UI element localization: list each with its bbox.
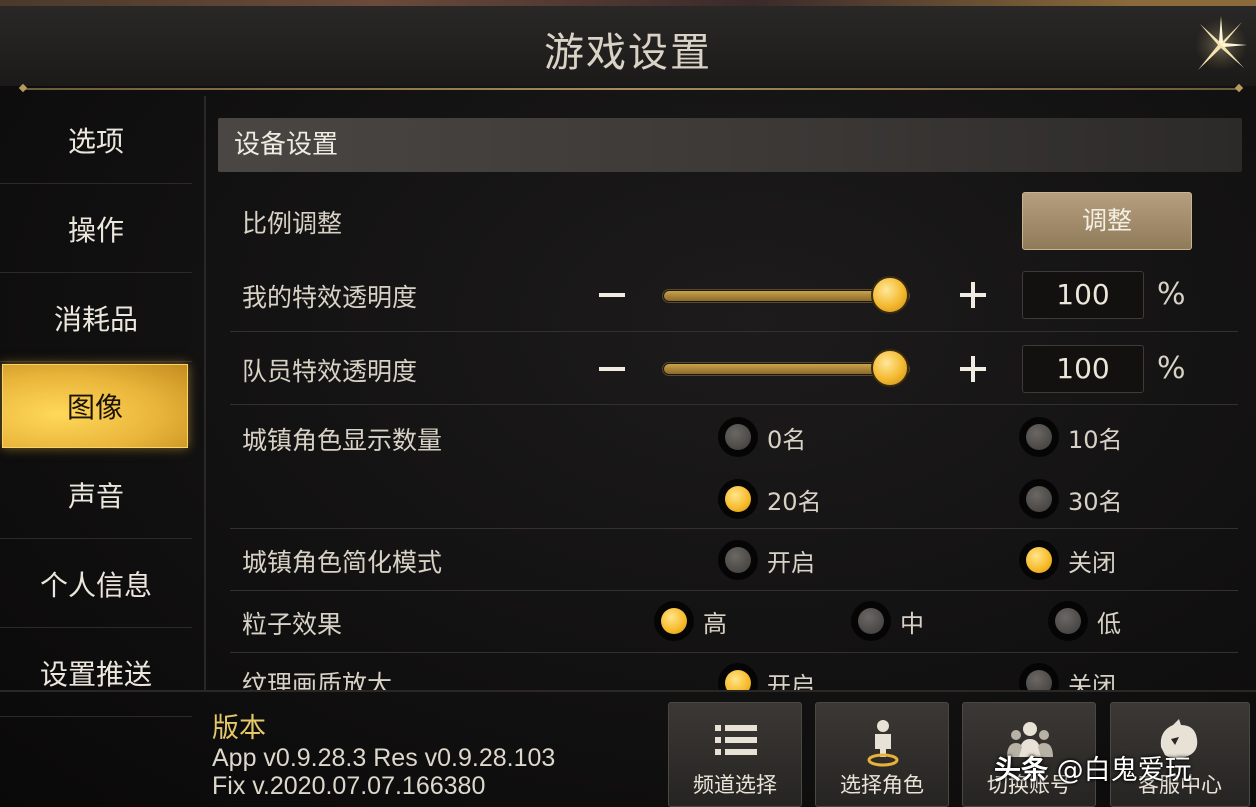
version-info: 版本 App v0.9.28.3 Res v0.9.28.103 Fix v.2… bbox=[212, 712, 632, 800]
sidebar-divider bbox=[204, 96, 206, 691]
town-simple-label: 城镇角色简化模式 bbox=[242, 548, 443, 577]
watermark: 头条 @白鬼爱玩 bbox=[994, 748, 1192, 787]
sidebar-item-label: 设置推送 bbox=[39, 657, 152, 691]
team-effect-slider-knob[interactable] bbox=[871, 349, 909, 387]
radio-button-icon bbox=[718, 663, 758, 690]
sidebar-item-profile[interactable]: 个人信息 bbox=[0, 540, 192, 628]
my-effect-unit: % bbox=[1157, 277, 1186, 312]
team-effect-minus-button[interactable] bbox=[597, 354, 627, 384]
my-effect-minus-button[interactable] bbox=[597, 280, 627, 310]
radio-label: 高 bbox=[703, 609, 727, 638]
town-simple-option-off[interactable]: 关闭 bbox=[1019, 539, 1116, 581]
radio-button-icon bbox=[1019, 479, 1059, 519]
select-character-label: 选择角色 bbox=[840, 773, 924, 797]
title-divider bbox=[22, 88, 1240, 90]
version-label: 版本 bbox=[212, 713, 266, 743]
radio-label: 开启 bbox=[767, 548, 815, 577]
radio-button-icon bbox=[1048, 601, 1088, 641]
sidebar-item-push[interactable]: 设置推送 bbox=[0, 629, 192, 717]
my-effect-plus-button[interactable] bbox=[958, 280, 988, 310]
version-app-res: App v0.9.28.3 Res v0.9.28.103 bbox=[212, 744, 556, 772]
sidebar-item-label: 操作 bbox=[67, 213, 124, 247]
particles-label: 粒子效果 bbox=[242, 610, 343, 639]
my-effect-value-field[interactable]: 100 bbox=[1022, 271, 1144, 319]
footer-divider bbox=[0, 690, 1256, 692]
radio-label: 关闭 bbox=[1068, 671, 1116, 691]
sidebar: 选项 操作 消耗品 图像 声音 个人信息 设置推送 bbox=[0, 96, 192, 717]
window-title: 游戏设置 bbox=[544, 30, 712, 76]
close-x-sparkle-icon bbox=[1195, 16, 1247, 71]
settings-content: 设备设置 比例调整 调整 我的特效透明度 100 % 队员特效透明度 100 % bbox=[216, 96, 1242, 690]
town-count-option-10[interactable]: 10名 bbox=[1019, 416, 1123, 458]
list-icon bbox=[715, 725, 757, 755]
sidebar-item-label: 选项 bbox=[67, 124, 124, 158]
team-effect-value-field[interactable]: 100 bbox=[1022, 345, 1144, 393]
radio-label: 10名 bbox=[1068, 425, 1123, 454]
town-count-option-20[interactable]: 20名 bbox=[718, 478, 822, 520]
close-button[interactable] bbox=[1192, 14, 1250, 76]
sidebar-item-consumables[interactable]: 消耗品 bbox=[0, 274, 192, 362]
title-bar: 游戏设置 bbox=[0, 6, 1256, 86]
sidebar-item-label: 声音 bbox=[67, 479, 124, 513]
radio-label: 开启 bbox=[767, 671, 815, 691]
watermark-handle: @白鬼爱玩 bbox=[1056, 755, 1192, 786]
team-effect-unit: % bbox=[1157, 351, 1186, 386]
scale-label: 比例调整 bbox=[242, 209, 343, 238]
version-fix: Fix v.2020.07.07.166380 bbox=[212, 772, 486, 800]
sidebar-item-sound[interactable]: 声音 bbox=[0, 451, 192, 539]
radio-label: 中 bbox=[900, 609, 924, 638]
particles-option-medium[interactable]: 中 bbox=[851, 600, 924, 642]
channel-select-label: 频道选择 bbox=[693, 773, 777, 797]
select-character-button[interactable]: 选择角色 bbox=[815, 702, 949, 807]
radio-label: 0名 bbox=[767, 425, 807, 454]
radio-label: 20名 bbox=[767, 487, 822, 516]
radio-label: 低 bbox=[1097, 609, 1121, 638]
section-title: 设备设置 bbox=[218, 118, 1242, 172]
particles-option-low[interactable]: 低 bbox=[1048, 600, 1121, 642]
radio-button-icon bbox=[718, 417, 758, 457]
sidebar-item-label: 图像 bbox=[66, 391, 123, 424]
town-simple-option-on[interactable]: 开启 bbox=[718, 539, 815, 581]
sidebar-item-controls[interactable]: 操作 bbox=[0, 185, 192, 273]
my-effect-slider-knob[interactable] bbox=[871, 276, 909, 314]
particles-option-high[interactable]: 高 bbox=[654, 600, 727, 642]
watermark-brand: 头条 bbox=[994, 755, 1048, 786]
sidebar-item-graphics[interactable]: 图像 bbox=[2, 364, 188, 448]
radio-label: 关闭 bbox=[1068, 548, 1116, 577]
radio-button-icon bbox=[718, 479, 758, 519]
radio-button-icon bbox=[1019, 663, 1059, 690]
my-effect-label: 我的特效透明度 bbox=[242, 283, 418, 312]
sidebar-item-label: 消耗品 bbox=[53, 302, 138, 336]
character-pin-icon bbox=[867, 720, 899, 767]
adjust-button[interactable]: 调整 bbox=[1022, 192, 1192, 250]
town-count-option-0[interactable]: 0名 bbox=[718, 416, 806, 458]
radio-label: 30名 bbox=[1068, 487, 1123, 516]
channel-select-button[interactable]: 频道选择 bbox=[668, 702, 802, 807]
texture-option-on[interactable]: 开启 bbox=[718, 662, 815, 690]
sidebar-item-label: 个人信息 bbox=[39, 568, 152, 602]
radio-button-icon bbox=[1019, 540, 1059, 580]
radio-button-icon bbox=[718, 540, 758, 580]
sidebar-item-options[interactable]: 选项 bbox=[0, 96, 192, 184]
radio-button-icon bbox=[654, 601, 694, 641]
radio-button-icon bbox=[1019, 417, 1059, 457]
town-count-option-30[interactable]: 30名 bbox=[1019, 478, 1123, 520]
settings-window: 游戏设置 选项 操作 消耗品 图像 声音 个人信息 设置推送 设备设置 比例调整… bbox=[0, 0, 1256, 807]
texture-label: 纹理画质放大 bbox=[242, 670, 393, 690]
texture-option-off[interactable]: 关闭 bbox=[1019, 662, 1116, 690]
town-count-label: 城镇角色显示数量 bbox=[242, 426, 443, 455]
team-effect-label: 队员特效透明度 bbox=[242, 357, 418, 386]
radio-button-icon bbox=[851, 601, 891, 641]
team-effect-plus-button[interactable] bbox=[958, 354, 988, 384]
